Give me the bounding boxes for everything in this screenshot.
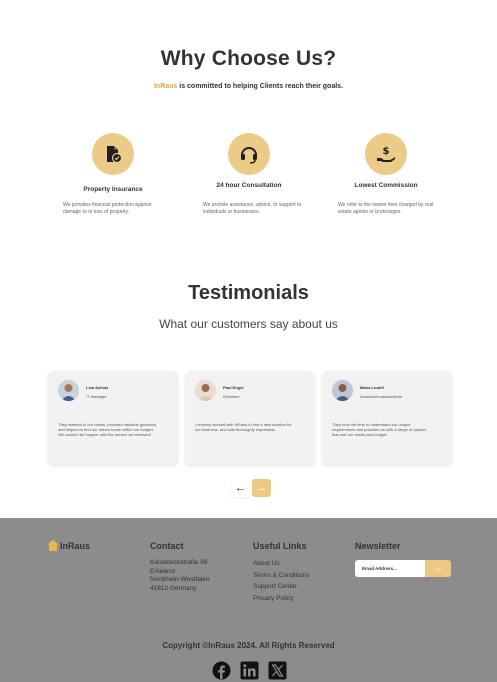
newsletter-heading: Newsletter [355,541,401,551]
footer-link-privacy-policy[interactable]: Privacy Policy [253,595,293,602]
testimonial-role: Elektriker [223,394,240,399]
footer-link-about-us[interactable]: About Us [253,560,280,567]
footer-logo-text: InRaus [60,541,91,551]
testimonial-card: Paul Engel Elektriker I recently worked … [185,371,315,465]
why-choose-us-section: Why Choose Us? InRaus is committed to he… [0,0,497,260]
avatar [332,380,353,401]
testimonial-role: Anlasschirmausstellerin [360,394,403,399]
document-shield-icon [92,133,134,175]
footer-link-terms[interactable]: Terms & Conditions [253,572,309,579]
contact-address-line: Kiesebeckstraße 68 [150,559,208,566]
feature-24-hour-consultation: 24 hour Consultation We provide assistan… [189,133,309,215]
testimonial-quote: They took the time to understand our uni… [332,422,427,438]
why-subtitle-brand: InRaus [153,83,178,90]
why-title: Why Choose Us? [160,47,337,70]
avatar [195,380,216,401]
footer: InRaus Contact Kiesebeckstraße 68 Erkele… [0,518,497,682]
contact-address-line: Nordrhein-Westfalen [150,576,210,583]
feature-desc: We refer to the lowest fees charged by r… [338,202,434,215]
contact-address-line: 41812 Germany [150,584,197,592]
next-testimonial-button[interactable]: → [252,479,271,497]
newsletter-submit-button[interactable]: → [425,560,451,577]
feature-desc: We provide assistance, advice, or suppor… [203,202,302,215]
arrow-left-icon: ← [235,482,246,494]
testimonial-name: Leia Achotz [86,385,109,390]
headset-icon [228,133,270,175]
feature-title: Lowest Commission [354,182,418,189]
testimonials-section: Testimonials What our customers say abou… [0,282,497,331]
feature-title: 24 hour Consultation [216,182,282,189]
testimonials-title: Testimonials [188,282,309,304]
footer-logo[interactable]: InRaus [47,540,90,551]
arrow-right-icon: → [433,563,443,574]
feature-title: Property Insurance [83,186,143,193]
feature-property-insurance: Property Insurance We provides financial… [53,133,173,215]
testimonial-role: IT Manager [86,394,107,399]
testimonial-quote: They listened to our needs, provided val… [58,422,158,438]
prev-testimonial-button[interactable]: ← [231,479,250,497]
svg-text:$: $ [383,146,390,157]
testimonial-name: Paul Engel [223,385,244,390]
testimonial-name: Maria Ludolf [360,385,384,390]
feature-lowest-commission: $ Lowest Commission We refer to the lowe… [326,133,446,215]
linkedin-icon[interactable] [240,661,259,680]
feature-desc: We provides financial protection against… [63,202,152,215]
contact-heading: Contact [150,541,184,551]
newsletter-email-input[interactable]: Email Address... [355,560,425,577]
avatar [58,380,79,401]
why-subtitle: InRaus is committed to helping Clients r… [0,83,497,90]
footer-link-support-center[interactable]: Support Center [253,583,297,590]
useful-links-heading: Useful Links [253,541,307,551]
contact-address-line: Erkelenz [150,567,176,575]
house-logo-icon [47,540,59,551]
testimonial-card: Leia Achotz IT Manager They listened to … [48,371,178,465]
testimonials-subtitle: What our customers say about us [159,317,338,331]
why-subtitle-text: is committed to helping Clients reach th… [177,83,344,90]
hand-dollar-icon: $ [365,133,407,175]
testimonial-quote: I recently worked with InRaus to find a … [195,422,292,433]
copyright-text: Copyright ©InRaus 2024. All Rights Reser… [162,641,335,650]
x-icon[interactable] [268,661,287,680]
arrow-right-icon: → [256,482,267,494]
testimonial-card: Maria Ludolf Anlasschirmausstellerin The… [322,371,452,465]
facebook-icon[interactable] [212,661,231,680]
